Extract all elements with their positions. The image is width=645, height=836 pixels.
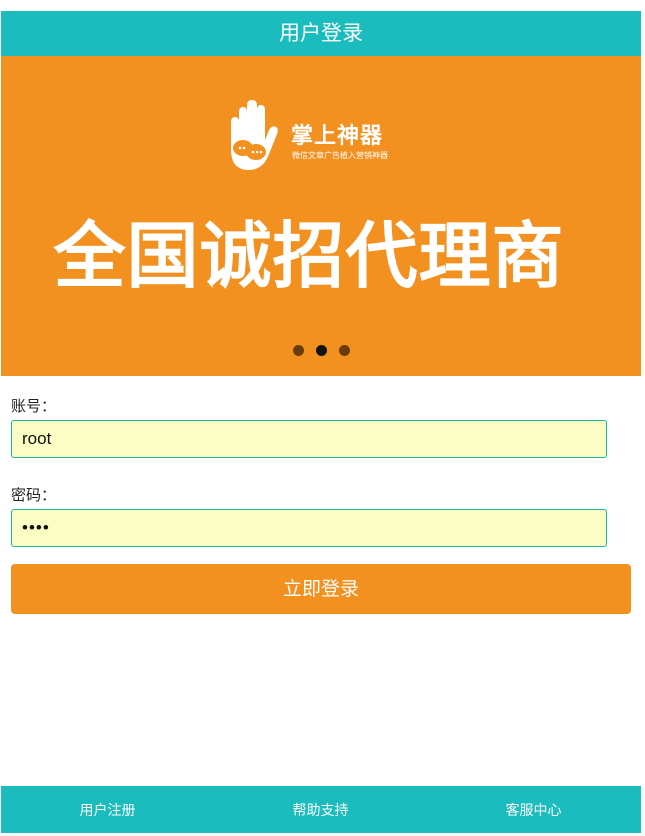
password-label: 密码： (11, 486, 57, 504)
page-header: 用户登录 (1, 11, 641, 56)
carousel-dot[interactable] (339, 345, 350, 356)
brand-name: 掌上神器 (291, 124, 384, 149)
brand-logo: 掌上神器 微信文章广告植入营销神器 (223, 100, 413, 174)
footer-help-link[interactable]: 帮助支持 (214, 786, 427, 833)
footer-nav: 用户注册 帮助支持 客服中心 (1, 786, 641, 833)
login-button[interactable]: 立即登录 (11, 564, 631, 614)
carousel-indicators (1, 345, 641, 357)
page-title: 用户登录 (279, 21, 363, 45)
account-input[interactable]: root (11, 420, 607, 458)
carousel-dot-active[interactable] (316, 345, 327, 356)
password-input[interactable]: •••• (11, 509, 607, 547)
carousel-dot[interactable] (293, 345, 304, 356)
account-label: 账号： (11, 397, 57, 415)
brand-tagline: 微信文章广告植入营销神器 (292, 151, 388, 160)
banner-headline: 全国诚招代理商 (53, 214, 565, 298)
footer-service-link[interactable]: 客服中心 (427, 786, 640, 833)
promo-banner[interactable]: 掌上神器 微信文章广告植入营销神器 全国诚招代理商 (1, 56, 641, 376)
hand-chat-logo-icon (231, 100, 278, 170)
footer-register-link[interactable]: 用户注册 (1, 786, 214, 833)
